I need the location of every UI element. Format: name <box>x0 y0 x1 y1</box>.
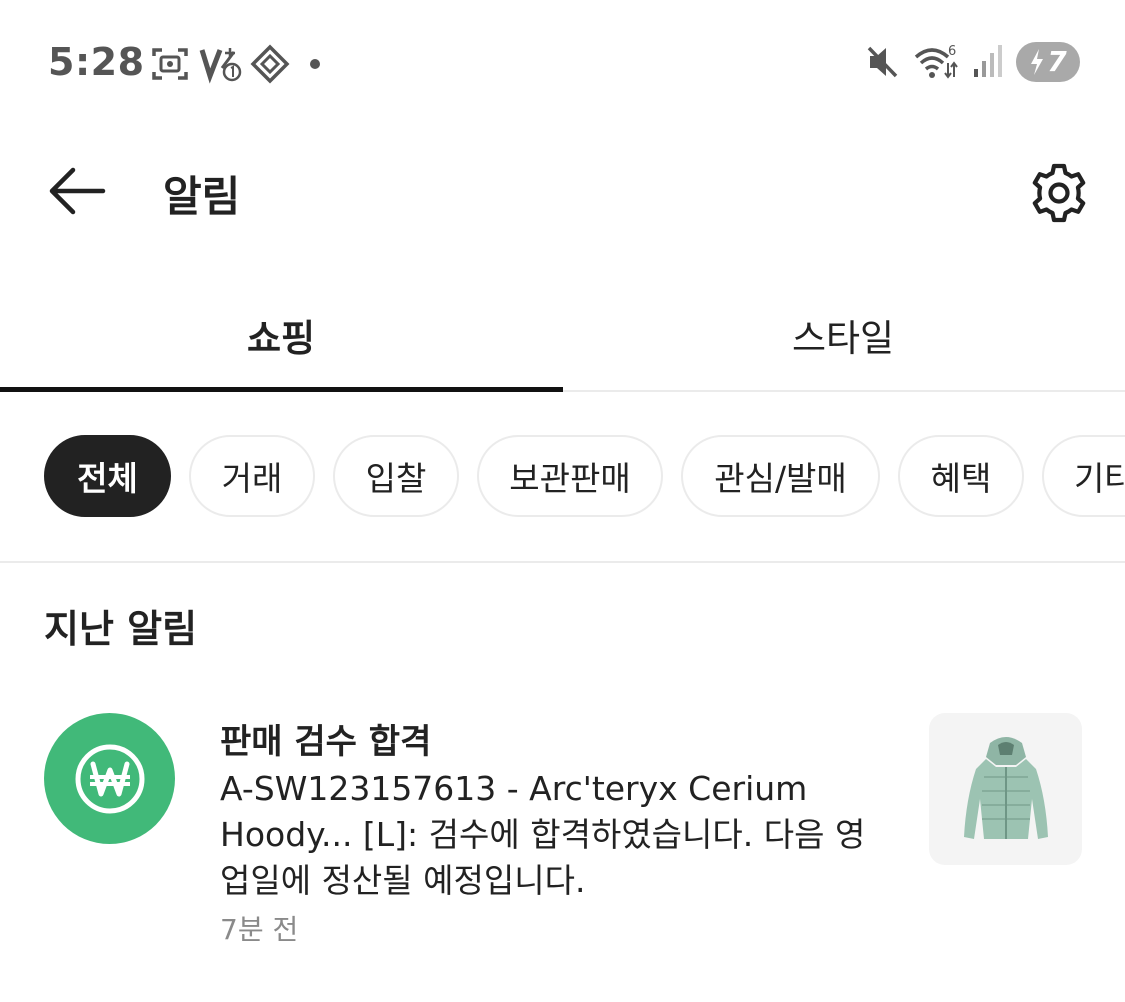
chip-interest-release[interactable]: 관심/발매 <box>681 435 880 517</box>
filter-chips: 전체 거래 입찰 보관판매 관심/발매 혜택 기타 <box>44 435 1125 517</box>
notification-title: 판매 검수 합격 <box>220 722 432 762</box>
vpn-key-icon <box>250 44 290 84</box>
notification-item[interactable]: 판매 검수 합격 A-SW123157613 - Arc'teryx Ceriu… <box>0 700 1125 960</box>
settings-button[interactable] <box>1024 158 1094 228</box>
divider <box>0 561 1125 563</box>
chip-benefits[interactable]: 혜택 <box>898 435 1024 517</box>
chip-storage-sale[interactable]: 보관판매 <box>477 435 663 517</box>
jacket-thumbnail <box>929 713 1082 865</box>
page-title: 알림 <box>163 172 241 221</box>
battery-charging-icon: 7 <box>1016 42 1080 82</box>
status-left-icons <box>150 44 328 84</box>
tab-style[interactable]: 스타일 <box>562 280 1124 390</box>
status-right-icons: 6 7 <box>866 42 1080 82</box>
notification-time: 7분 전 <box>220 913 299 946</box>
notification-icon <box>44 713 175 844</box>
gear-icon <box>1032 163 1086 223</box>
main-tabs: 쇼핑 스타일 <box>0 280 1125 392</box>
volte-icon <box>199 48 242 84</box>
mute-icon <box>867 46 898 78</box>
jacket-image <box>963 737 1048 839</box>
chip-etc[interactable]: 기타 <box>1042 435 1125 517</box>
signal-icon <box>974 45 1002 77</box>
lightning-icon <box>1031 49 1044 75</box>
notification-body: A-SW123157613 - Arc'teryx Cerium Hoody..… <box>220 769 866 900</box>
chip-trade[interactable]: 거래 <box>189 435 315 517</box>
chip-all[interactable]: 전체 <box>44 435 171 517</box>
battery-level: 7 <box>1047 45 1067 78</box>
header: 알림 <box>0 128 1125 258</box>
screenshot-icon <box>152 48 188 80</box>
won-icon <box>75 744 144 813</box>
tab-shopping[interactable]: 쇼핑 <box>0 280 563 392</box>
back-button[interactable] <box>44 158 110 224</box>
dot-icon <box>310 59 320 69</box>
status-bar: 5:28 6 7 <box>0 0 1125 128</box>
svg-text:6: 6 <box>948 44 956 59</box>
section-title: 지난 알림 <box>44 607 198 651</box>
arrow-left-icon <box>49 167 106 215</box>
wifi-6-icon: 6 <box>914 44 958 79</box>
chip-bid[interactable]: 입찰 <box>333 435 459 517</box>
status-time: 5:28 <box>48 40 145 84</box>
